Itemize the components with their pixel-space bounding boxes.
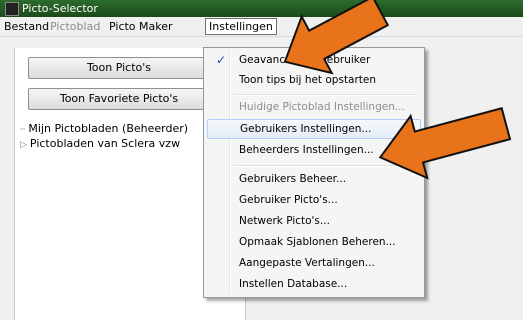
tree-line-icon: ┄ [20,125,26,135]
toon-pictos-button[interactable]: Toon Picto's [28,57,210,79]
toon-favoriete-pictos-button[interactable]: Toon Favoriete Picto's [28,88,210,110]
tree-item-label: Pictobladen van Sclera vzw [29,137,181,150]
tree-item-label: Mijn Pictobladen (Beheerder) [28,122,189,135]
menu-item-label: Gebruikers Instellingen... [240,123,372,135]
menu-item-label: Netwerk Picto's... [239,215,330,227]
menu-item-netwerk-pictos[interactable]: Netwerk Picto's... [207,212,419,232]
menu-item-label: Toon tips bij het opstarten [239,74,377,86]
menu-item-label: Aangepaste Vertalingen... [239,257,375,269]
menu-item-label: Instellen Database... [239,278,348,290]
menu-item-instellen-database[interactable]: Instellen Database... [207,275,419,295]
menu-separator [234,94,417,96]
arrow-shape [283,0,390,75]
menu-pictoblad[interactable]: Pictoblad [50,20,100,33]
tree-item-sclera[interactable]: ▷ Pictobladen van Sclera vzw [20,137,180,150]
menu-item-label: Gebruiker Picto's... [239,194,338,206]
menu-item-aangepaste-vertalingen[interactable]: Aangepaste Vertalingen... [207,254,419,274]
app-icon [5,2,19,16]
tree-item-mijn-pictobladen[interactable]: ┄ Mijn Pictobladen (Beheerder) [20,122,188,135]
menu-item-opmaak-sjablonen-beheren[interactable]: Opmaak Sjablonen Beheren... [207,233,419,253]
menu-bestand[interactable]: Bestand [4,20,49,33]
menu-item-label: Gebruikers Beheer... [239,173,347,185]
menu-item-gebruiker-pictos[interactable]: Gebruiker Picto's... [207,191,419,211]
arrow-shape [378,107,512,180]
window-title: Picto-Selector [22,2,98,15]
menu-item-label: Beheerders Instellingen... [239,144,374,156]
expand-triangle-icon[interactable]: ▷ [20,140,27,150]
menu-picto-maker[interactable]: Picto Maker [109,20,173,33]
checkmark-icon: ✓ [215,53,227,67]
annotation-arrow-menu [283,0,390,75]
menu-item-label: Opmaak Sjablonen Beheren... [239,236,396,248]
annotation-arrow-gebruikers-instellingen [378,107,512,180]
